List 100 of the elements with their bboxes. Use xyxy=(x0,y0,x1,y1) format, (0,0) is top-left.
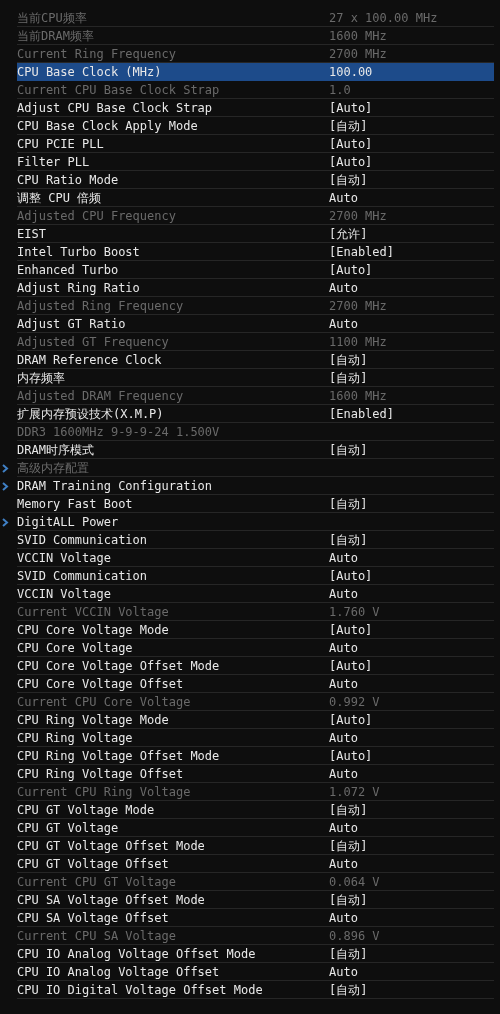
setting-value: Auto xyxy=(329,855,358,873)
setting-row[interactable]: 内存频率 [自动] xyxy=(17,369,494,387)
setting-row[interactable]: CPU Ring Voltage Auto xyxy=(17,729,494,747)
setting-row[interactable]: 调整 CPU 倍频 Auto xyxy=(17,189,494,207)
setting-value: Auto xyxy=(329,585,358,603)
setting-label: CPU SA Voltage Offset xyxy=(17,909,170,927)
setting-value: 0.992 V xyxy=(329,693,380,711)
setting-label: 当前DRAM频率 xyxy=(17,27,95,45)
setting-row[interactable]: CPU Base Clock (MHz) 100.00 xyxy=(17,63,494,81)
setting-label: CPU Ring Voltage xyxy=(17,729,134,747)
setting-row[interactable]: DRAM Reference Clock [自动] xyxy=(17,351,494,369)
setting-label: SVID Communication xyxy=(17,567,149,585)
setting-value: Auto xyxy=(329,765,358,783)
setting-value: [自动] xyxy=(329,945,368,963)
setting-value: 27 x 100.00 MHz xyxy=(329,9,438,27)
setting-value: Auto xyxy=(329,315,358,333)
setting-row[interactable]: Adjust Ring Ratio Auto xyxy=(17,279,494,297)
setting-row[interactable]: CPU IO Analog Voltage Offset Auto xyxy=(17,963,494,981)
setting-row[interactable]: Adjust CPU Base Clock Strap [Auto] xyxy=(17,99,494,117)
setting-row[interactable]: CPU PCIE PLL [Auto] xyxy=(17,135,494,153)
setting-value: [Auto] xyxy=(329,621,373,639)
setting-value: 0.896 V xyxy=(329,927,380,945)
setting-row[interactable]: EIST [允许] xyxy=(17,225,494,243)
setting-label: Memory Fast Boot xyxy=(17,495,134,513)
setting-value: Auto xyxy=(329,279,358,297)
setting-row[interactable]: CPU Ring Voltage Offset Mode [Auto] xyxy=(17,747,494,765)
setting-row[interactable]: 扩展内存预设技术(X.M.P) [Enabled] xyxy=(17,405,494,423)
setting-row[interactable]: SVID Communication [自动] xyxy=(17,531,494,549)
setting-value: [自动] xyxy=(329,369,368,387)
setting-row[interactable]: DRAM Training Configuration xyxy=(17,477,494,495)
setting-row[interactable]: Enhanced Turbo [Auto] xyxy=(17,261,494,279)
setting-row[interactable]: CPU SA Voltage Offset Auto xyxy=(17,909,494,927)
setting-value: [自动] xyxy=(329,171,368,189)
setting-value: Auto xyxy=(329,675,358,693)
setting-value: [Auto] xyxy=(329,747,373,765)
setting-row[interactable]: CPU IO Analog Voltage Offset Mode [自动] xyxy=(17,945,494,963)
setting-label: CPU Core Voltage Offset xyxy=(17,675,185,693)
setting-value: [Auto] xyxy=(329,711,373,729)
setting-row[interactable]: CPU GT Voltage Offset Auto xyxy=(17,855,494,873)
setting-value: 2700 MHz xyxy=(329,45,387,63)
setting-row[interactable]: Adjust GT Ratio Auto xyxy=(17,315,494,333)
setting-row[interactable]: DigitALL Power xyxy=(17,513,494,531)
setting-value: Auto xyxy=(329,729,358,747)
setting-value: [Auto] xyxy=(329,135,373,153)
setting-value: [Auto] xyxy=(329,153,373,171)
setting-value: 2700 MHz xyxy=(329,297,387,315)
setting-row[interactable]: Intel Turbo Boost [Enabled] xyxy=(17,243,494,261)
setting-value: [自动] xyxy=(329,891,368,909)
setting-row[interactable]: CPU Ring Voltage Mode [Auto] xyxy=(17,711,494,729)
setting-label: CPU Core Voltage Offset Mode xyxy=(17,657,221,675)
setting-label: Intel Turbo Boost xyxy=(17,243,141,261)
setting-label: 调整 CPU 倍频 xyxy=(17,189,103,207)
setting-value: [Auto] xyxy=(329,99,373,117)
setting-label: Enhanced Turbo xyxy=(17,261,120,279)
setting-label: CPU Base Clock (MHz) xyxy=(17,64,163,81)
setting-value: 1600 MHz xyxy=(329,387,387,405)
setting-row[interactable]: CPU GT Voltage Offset Mode [自动] xyxy=(17,837,494,855)
setting-row[interactable]: CPU IO Digital Voltage Offset Mode [自动] xyxy=(17,981,494,999)
setting-label: Adjusted DRAM Frequency xyxy=(17,387,185,405)
setting-label: CPU Ratio Mode xyxy=(17,171,120,189)
setting-row[interactable]: VCCIN Voltage Auto xyxy=(17,549,494,567)
setting-label: CPU GT Voltage Mode xyxy=(17,801,156,819)
setting-label: VCCIN Voltage xyxy=(17,549,112,567)
setting-label: Current Ring Frequency xyxy=(17,45,177,63)
setting-row[interactable]: SVID Communication [Auto] xyxy=(17,567,494,585)
setting-label: CPU GT Voltage xyxy=(17,819,120,837)
setting-row[interactable]: VCCIN Voltage Auto xyxy=(17,585,494,603)
setting-label: DRAM Training Configuration xyxy=(17,477,214,495)
setting-label: Adjusted GT Frequency xyxy=(17,333,170,351)
setting-row[interactable]: CPU Core Voltage Offset Auto xyxy=(17,675,494,693)
setting-row[interactable]: Memory Fast Boot [自动] xyxy=(17,495,494,513)
setting-label: Current CPU GT Voltage xyxy=(17,873,177,891)
setting-label: CPU SA Voltage Offset Mode xyxy=(17,891,206,909)
setting-value: 1.760 V xyxy=(329,603,380,621)
setting-row[interactable]: CPU GT Voltage Auto xyxy=(17,819,494,837)
chevron-icon xyxy=(2,518,9,527)
setting-value: [自动] xyxy=(329,837,368,855)
setting-label: CPU IO Digital Voltage Offset Mode xyxy=(17,981,264,999)
setting-row[interactable]: CPU GT Voltage Mode [自动] xyxy=(17,801,494,819)
setting-value: [自动] xyxy=(329,981,368,999)
setting-label: Current CPU Ring Voltage xyxy=(17,783,192,801)
setting-row[interactable]: DRAM时序模式 [自动] xyxy=(17,441,494,459)
setting-label: 高级内存配置 xyxy=(17,459,90,477)
setting-label: 扩展内存预设技术(X.M.P) xyxy=(17,405,165,423)
setting-row[interactable]: CPU Core Voltage Auto xyxy=(17,639,494,657)
setting-label: CPU Base Clock Apply Mode xyxy=(17,117,199,135)
setting-label: Adjusted Ring Frequency xyxy=(17,297,185,315)
setting-value: Auto xyxy=(329,639,358,657)
setting-value: [允许] xyxy=(329,225,368,243)
setting-label: 内存频率 xyxy=(17,369,66,387)
setting-row[interactable]: CPU Core Voltage Mode [Auto] xyxy=(17,621,494,639)
setting-row[interactable]: CPU Base Clock Apply Mode [自动] xyxy=(17,117,494,135)
setting-row[interactable]: CPU Ring Voltage Offset Auto xyxy=(17,765,494,783)
setting-row[interactable]: CPU Core Voltage Offset Mode [Auto] xyxy=(17,657,494,675)
setting-label: CPU Ring Voltage Offset xyxy=(17,765,185,783)
setting-row[interactable]: CPU Ratio Mode [自动] xyxy=(17,171,494,189)
setting-value: [自动] xyxy=(329,801,368,819)
setting-row[interactable]: CPU SA Voltage Offset Mode [自动] xyxy=(17,891,494,909)
setting-row[interactable]: Filter PLL [Auto] xyxy=(17,153,494,171)
setting-label: CPU Ring Voltage Mode xyxy=(17,711,170,729)
